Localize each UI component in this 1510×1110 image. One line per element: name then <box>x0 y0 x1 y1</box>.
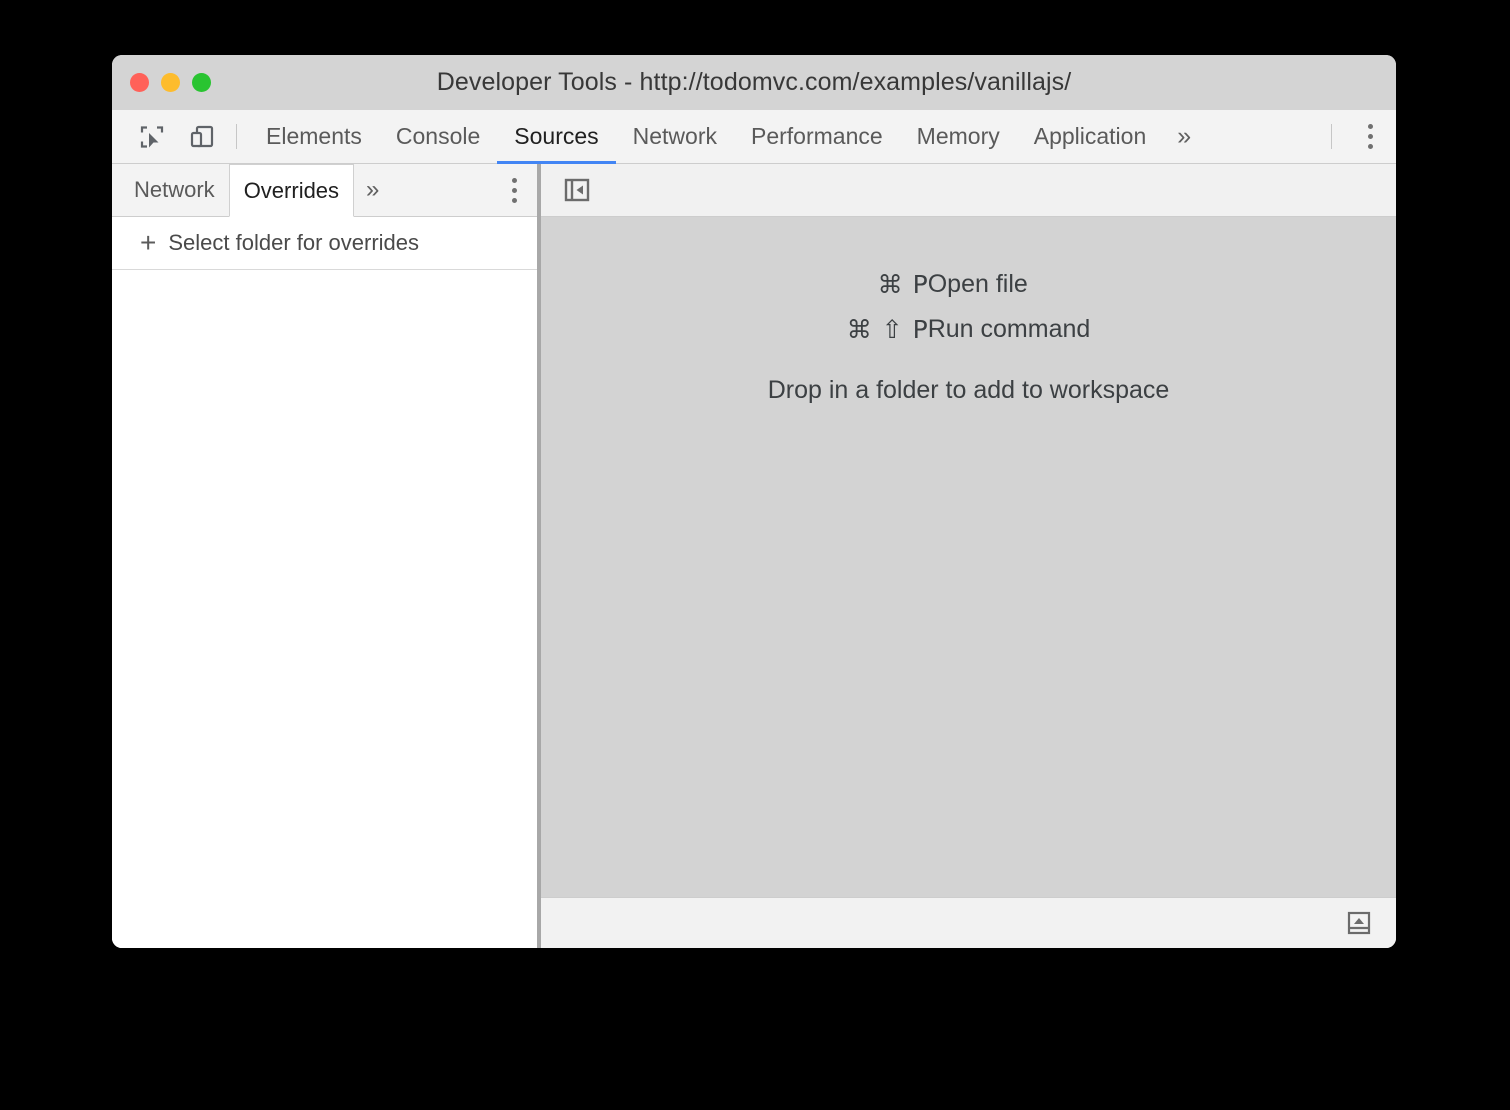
sources-panel: Network Overrides » + Select folder for … <box>112 164 1396 948</box>
plus-icon: + <box>140 229 156 257</box>
nav-tab-label: Network <box>134 177 215 203</box>
editor-empty-state: ⌘P Open file ⌘⇧P Run command Drop in a f… <box>541 217 1396 897</box>
navigator-tabbar: Network Overrides » <box>112 164 537 217</box>
key-command: ⌘ <box>847 315 872 344</box>
tab-memory[interactable]: Memory <box>900 110 1017 163</box>
kebab-dots <box>1368 124 1373 149</box>
tab-label: Console <box>396 123 480 150</box>
nav-tab-label: Overrides <box>244 178 339 204</box>
key-shift: ⇧ <box>882 315 903 344</box>
devtools-window: Developer Tools - http://todomvc.com/exa… <box>112 55 1396 948</box>
minimize-window-button[interactable] <box>161 73 180 92</box>
nav-tab-overrides[interactable]: Overrides <box>229 164 354 217</box>
drop-folder-hint: Drop in a folder to add to workspace <box>768 376 1170 405</box>
tab-sources[interactable]: Sources <box>497 110 615 163</box>
tab-elements[interactable]: Elements <box>249 110 379 163</box>
tab-label: Elements <box>266 123 362 150</box>
select-folder-label: Select folder for overrides <box>168 230 419 256</box>
key-p: P <box>913 270 928 299</box>
toolbar-divider-right <box>1331 124 1332 149</box>
tab-label: Sources <box>514 123 598 150</box>
show-drawer-icon[interactable] <box>1342 906 1376 940</box>
navigator-content: + Select folder for overrides <box>112 217 537 948</box>
tab-network[interactable]: Network <box>616 110 734 163</box>
navigator-more-tabs-icon[interactable]: » <box>354 164 391 216</box>
toolbar-spacer <box>1205 110 1319 163</box>
window-titlebar: Developer Tools - http://todomvc.com/exa… <box>112 55 1396 110</box>
key-p: P <box>913 315 928 344</box>
tab-console[interactable]: Console <box>379 110 497 163</box>
select-folder-for-overrides-button[interactable]: + Select folder for overrides <box>112 217 537 270</box>
shortcut-keys: ⌘P <box>847 262 928 307</box>
kebab-menu-icon[interactable] <box>1344 110 1396 163</box>
more-tabs-icon[interactable]: » <box>1163 110 1205 163</box>
tab-performance[interactable]: Performance <box>734 110 900 163</box>
tab-label: Memory <box>917 123 1000 150</box>
shortcut-list: ⌘P Open file ⌘⇧P Run command <box>847 262 1091 352</box>
navigator-pane: Network Overrides » + Select folder for … <box>112 164 537 948</box>
editor-toolbar <box>541 164 1396 217</box>
tab-label: Application <box>1034 123 1147 150</box>
navigator-kebab-menu-icon[interactable] <box>491 164 537 216</box>
tab-label: Performance <box>751 123 883 150</box>
shortcut-description: Run command <box>928 307 1091 352</box>
traffic-light-buttons <box>130 55 211 110</box>
shortcut-row-run-command: ⌘ ⇧ P Run command <box>847 307 1091 352</box>
devtools-main-toolbar: Elements Console Sources Network Perform… <box>112 110 1396 164</box>
toolbar-divider <box>236 124 237 149</box>
key-command: ⌘ <box>878 270 903 299</box>
inspect-element-icon[interactable] <box>130 110 174 163</box>
drawer-toolbar <box>541 897 1396 948</box>
shortcut-description: Open file <box>928 262 1091 307</box>
tab-label: Network <box>633 123 717 150</box>
device-toolbar-icon[interactable] <box>180 110 224 163</box>
nav-tab-network[interactable]: Network <box>120 164 229 216</box>
hide-navigator-icon[interactable] <box>559 172 595 208</box>
shortcut-row-open-file: ⌘P Open file <box>847 262 1091 307</box>
maximize-window-button[interactable] <box>192 73 211 92</box>
window-title: Developer Tools - http://todomvc.com/exa… <box>112 68 1396 97</box>
shortcut-keys: ⌘ ⇧ P <box>847 307 928 352</box>
tab-application[interactable]: Application <box>1017 110 1164 163</box>
editor-pane: ⌘P Open file ⌘⇧P Run command Drop in a f… <box>541 164 1396 948</box>
close-window-button[interactable] <box>130 73 149 92</box>
kebab-dots <box>512 178 517 203</box>
navigator-tabbar-spacer <box>391 164 491 216</box>
